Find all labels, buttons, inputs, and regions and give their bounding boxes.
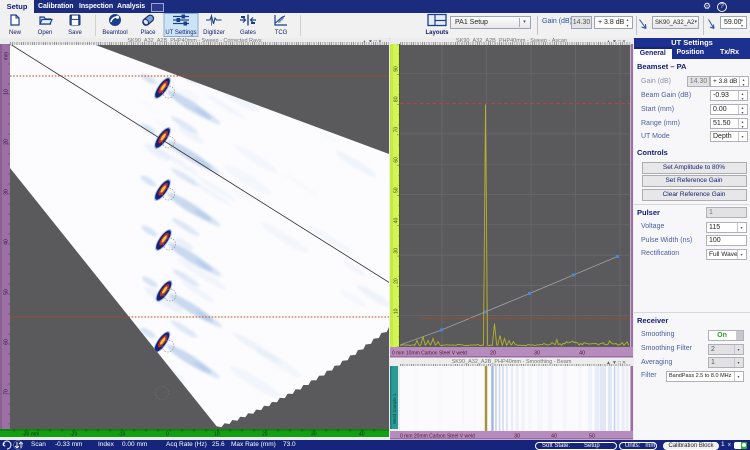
svg-text:90: 90 [394, 66, 400, 72]
svg-text:20: 20 [490, 351, 496, 357]
svg-text:Weld Sample 1: Weld Sample 1 [392, 393, 397, 424]
svg-text:-30: -30 [22, 432, 29, 438]
svg-text:40: 40 [579, 351, 585, 357]
svg-text:30: 30 [534, 351, 540, 357]
svg-text:-10: -10 [118, 432, 125, 438]
svg-text:20: 20 [394, 278, 400, 284]
svg-text:70: 70 [394, 127, 400, 133]
svg-text:50: 50 [394, 187, 400, 193]
svg-text:40: 40 [394, 218, 400, 224]
svg-text:30: 30 [514, 434, 520, 440]
svg-text:10: 10 [214, 432, 220, 438]
svg-text:80: 80 [394, 96, 400, 102]
svg-text:50: 50 [589, 434, 595, 440]
svg-text:mm: mm [31, 432, 39, 438]
svg-text:40: 40 [551, 434, 557, 440]
svg-text:60: 60 [394, 157, 400, 163]
svg-text:30: 30 [311, 432, 317, 438]
svg-text:mm: mm [4, 52, 10, 60]
svg-text:40: 40 [359, 432, 365, 438]
svg-text:0: 0 [166, 432, 169, 438]
svg-text:30: 30 [394, 248, 400, 254]
svg-text:20: 20 [262, 432, 268, 438]
svg-text:10: 10 [394, 308, 400, 314]
svg-text:0 mm 10mm Carbon Steel V weld: 0 mm 10mm Carbon Steel V weld [392, 351, 467, 357]
svg-text:0 mm 20mm Carbon Steel V weld: 0 mm 20mm Carbon Steel V weld [400, 434, 475, 440]
svg-text:-20: -20 [70, 432, 77, 438]
